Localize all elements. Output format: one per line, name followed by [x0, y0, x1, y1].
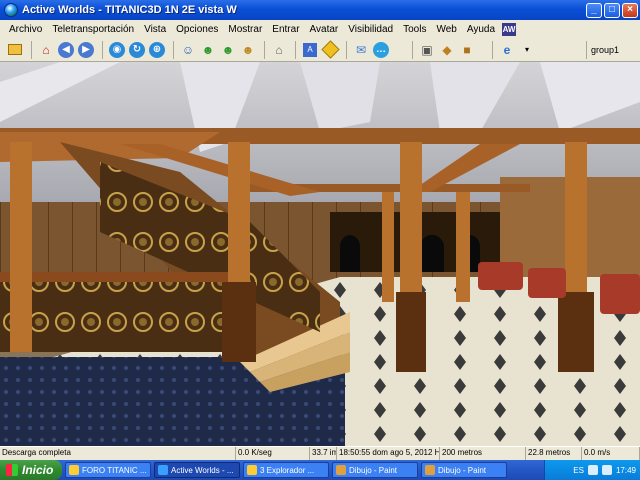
inventory-icon[interactable]: ◆: [438, 41, 456, 59]
menu-visibilidad[interactable]: Visibilidad: [343, 24, 398, 35]
task-label: Active Worlds - ...: [171, 465, 234, 475]
start-label: Inicio: [22, 463, 54, 477]
chat-icon[interactable]: …: [372, 41, 390, 59]
maximize-button[interactable]: □: [604, 2, 620, 18]
folder-icon[interactable]: [6, 41, 24, 59]
toolbar-separator: [264, 40, 265, 59]
toolbar-separator: [102, 40, 103, 59]
zoom-view-icon[interactable]: ⊕: [148, 41, 166, 59]
aw-logo-icon: AW: [502, 22, 517, 36]
contacts-icon[interactable]: ☻: [199, 41, 217, 59]
toolbar-separator: [346, 40, 347, 59]
menu-mostrar[interactable]: Mostrar: [223, 24, 267, 35]
speed-readout: 0.0 m/s: [582, 447, 640, 460]
language-indicator[interactable]: ES: [573, 466, 584, 475]
menu-opciones[interactable]: Opciones: [171, 24, 223, 35]
windows-logo-icon: [6, 464, 18, 476]
frame-rate: 33.7 imágenes/s: [310, 447, 337, 460]
active-worlds-icon: [158, 465, 168, 475]
briefcase-icon[interactable]: ■: [458, 41, 476, 59]
minimize-button[interactable]: _: [586, 2, 602, 18]
toolbar-separator: [412, 40, 413, 59]
task-label: FORO TITANIC ...: [82, 465, 147, 475]
mouse-icon[interactable]: ⌂: [270, 41, 288, 59]
volume-icon[interactable]: [601, 465, 612, 475]
group-selector[interactable]: group1: [586, 40, 636, 59]
internet-explorer-icon[interactable]: e: [498, 41, 516, 59]
download-speed: 0.0 K/seg: [236, 447, 310, 460]
altitude-readout: 22.8 metros: [526, 447, 582, 460]
taskbar-item-explorer[interactable]: 3 Explorador ...: [243, 462, 329, 478]
browser-icon: [69, 465, 79, 475]
avatar-gestures-icon[interactable]: ☺: [179, 41, 197, 59]
taskbar-item-paint-2[interactable]: Dibujo - Paint: [421, 462, 507, 478]
menu-tools[interactable]: Tools: [398, 24, 431, 35]
menu-avatar[interactable]: Avatar: [305, 24, 344, 35]
task-label: 3 Explorador ...: [260, 465, 315, 475]
window-title: Active Worlds - TITANIC3D 1N 2E vista W: [22, 4, 237, 16]
taskbar-item-foro[interactable]: FORO TITANIC ...: [65, 462, 151, 478]
taskbar-item-paint-1[interactable]: Dibujo - Paint: [332, 462, 418, 478]
teleport-sign-icon[interactable]: [320, 40, 340, 59]
menu-ayuda[interactable]: Ayuda: [462, 24, 500, 35]
folder-icon: [247, 465, 257, 475]
menu-web[interactable]: Web: [431, 24, 461, 35]
menu-bar: Archivo Teletransportación Vista Opcione…: [0, 20, 640, 38]
status-message: Descarga completa: [0, 447, 236, 460]
menu-archivo[interactable]: Archivo: [4, 24, 47, 35]
close-button[interactable]: ×: [622, 2, 638, 18]
friends-icon[interactable]: ☻: [219, 41, 237, 59]
paint-icon: [425, 465, 435, 475]
toolbar-separator: [31, 40, 32, 59]
toolbar-separator: [295, 40, 296, 59]
rotate-view-icon[interactable]: ↻: [128, 41, 146, 59]
forward-icon[interactable]: ▶: [77, 41, 95, 59]
title-bar: Active Worlds - TITANIC3D 1N 2E vista W …: [0, 0, 640, 20]
network-icon[interactable]: [587, 465, 598, 475]
users-icon[interactable]: ☻: [239, 41, 257, 59]
camera-view-icon[interactable]: ◉: [108, 41, 126, 59]
back-icon[interactable]: ◀: [57, 41, 75, 59]
tray-clock[interactable]: 17:49: [616, 466, 636, 475]
toolbar-separator: [492, 40, 493, 59]
titanic-grand-staircase-scene: [0, 62, 640, 446]
visibility-range: 200 metros: [440, 447, 526, 460]
dropdown-arrow-icon[interactable]: ▾: [518, 41, 536, 59]
home-icon[interactable]: ⌂: [37, 41, 55, 59]
toolbar: ⌂ ◀ ▶ ◉ ↻ ⊕ ☺ ☻ ☻ ☻ ⌂ A ✉ … ▣ ◆ ■ e ▾ gr…: [0, 38, 640, 62]
system-tray: ES 17:49: [544, 460, 640, 480]
build-icon[interactable]: A: [301, 41, 319, 59]
screenshot-icon[interactable]: ▣: [418, 41, 436, 59]
3d-world-view[interactable]: [0, 62, 640, 446]
toolbar-separator: [173, 40, 174, 59]
menu-vista[interactable]: Vista: [139, 24, 171, 35]
taskbar-item-active-worlds[interactable]: Active Worlds - ...: [154, 462, 240, 478]
start-button[interactable]: Inicio: [0, 460, 62, 480]
paint-icon: [336, 465, 346, 475]
task-label: Dibujo - Paint: [438, 465, 487, 475]
windows-taskbar: Inicio FORO TITANIC ... Active Worlds - …: [0, 460, 640, 480]
task-label: Dibujo - Paint: [349, 465, 398, 475]
world-clock: 18:50:55 dom ago 5, 2012 Hora AWT: [337, 447, 440, 460]
telegram-icon[interactable]: ✉: [352, 41, 370, 59]
menu-entrar[interactable]: Entrar: [267, 24, 304, 35]
menu-teletransportacion[interactable]: Teletransportación: [47, 24, 139, 35]
status-bar: Descarga completa 0.0 K/seg 33.7 imágene…: [0, 446, 640, 460]
active-worlds-logo-icon: [4, 3, 18, 17]
